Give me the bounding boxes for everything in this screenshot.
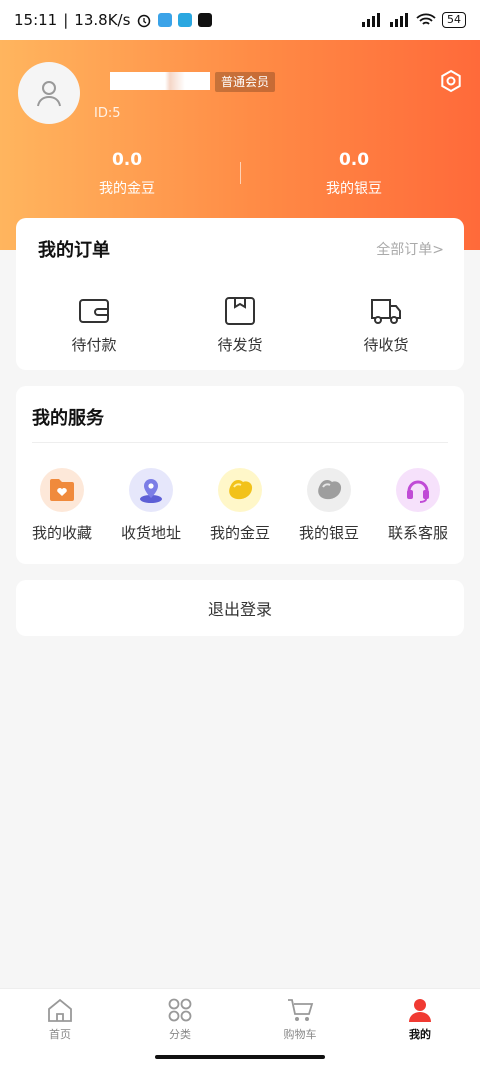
service-label: 收货地址 — [120, 524, 181, 542]
service-silver-bean[interactable]: 我的银豆 — [284, 468, 374, 543]
service-label: 我的银豆 — [298, 524, 359, 542]
alarm-icon — [138, 14, 151, 28]
orders-card: 我的订单 全部订单> 待付款 待发货 待收货 — [16, 218, 464, 370]
tab-profile[interactable]: 我的 — [380, 997, 460, 1042]
tab-home[interactable]: 首页 — [20, 997, 100, 1042]
tab-category[interactable]: 分类 — [140, 997, 220, 1042]
service-favorites[interactable]: 我的收藏 — [17, 468, 107, 543]
service-address[interactable]: 收货地址 — [106, 468, 196, 543]
gold-bean-label: 我的金豆 — [99, 181, 155, 197]
location-pin-icon — [140, 479, 162, 503]
favorite-folder-icon — [50, 479, 74, 501]
services-title: 我的服务 — [32, 408, 104, 429]
service-gold-bean[interactable]: 我的金豆 — [195, 468, 285, 543]
order-pending-shipment[interactable]: 待发货 — [180, 296, 300, 355]
logout-button[interactable]: 退出登录 — [16, 580, 464, 636]
avatar[interactable] — [18, 62, 80, 124]
home-indicator — [155, 1055, 325, 1059]
member-level-badge: 普通会员 — [215, 72, 276, 92]
tab-cart[interactable]: 购物车 — [260, 997, 340, 1042]
category-icon — [168, 998, 192, 1022]
gold-bean-icon — [229, 480, 253, 500]
username-redacted — [110, 72, 210, 90]
cart-icon — [288, 999, 314, 1021]
wifi-icon — [416, 13, 436, 25]
home-icon — [48, 998, 72, 1022]
upload-notification-icon — [178, 13, 193, 27]
tiktok-notification-icon — [198, 13, 213, 27]
status-time: 15:11 — [14, 11, 58, 29]
service-label: 我的金豆 — [209, 524, 270, 542]
service-label: 我的收藏 — [31, 524, 92, 542]
profile-icon — [409, 999, 431, 1022]
service-customer-support[interactable]: 联系客服 — [373, 468, 463, 543]
logout-card: 退出登录 — [16, 580, 464, 636]
truck-icon — [371, 299, 401, 324]
silver-bean-icon — [318, 480, 342, 500]
silver-bean-stat[interactable]: 0.0 我的银豆 — [294, 150, 414, 198]
gold-bean-value: 0.0 — [111, 150, 143, 170]
user-id: ID:5 — [94, 106, 121, 121]
services-divider — [32, 442, 448, 443]
order-pending-receipt[interactable]: 待收货 — [326, 296, 446, 355]
stat-divider — [240, 162, 241, 184]
status-bar: 15:11 | 13.8K/s 54 — [0, 0, 480, 40]
silver-bean-label: 我的银豆 — [326, 181, 382, 197]
silver-bean-value: 0.0 — [338, 150, 370, 170]
headset-icon — [407, 480, 429, 503]
tab-label: 购物车 — [283, 1028, 317, 1041]
signal-icon — [362, 13, 380, 27]
user-icon — [37, 81, 61, 107]
app-notification-icon — [158, 13, 173, 27]
gold-bean-stat[interactable]: 0.0 我的金豆 — [67, 150, 187, 198]
wallet-icon — [79, 299, 109, 323]
status-net-speed: 13.8K/s — [74, 11, 131, 29]
tab-label: 我的 — [409, 1028, 431, 1041]
service-label: 联系客服 — [387, 524, 448, 542]
order-item-label: 待发货 — [217, 336, 263, 354]
settings-icon — [441, 69, 461, 93]
battery-indicator: 54 — [442, 12, 466, 28]
order-item-label: 待付款 — [71, 336, 117, 354]
settings-button[interactable] — [438, 68, 464, 94]
tab-label: 分类 — [169, 1028, 191, 1041]
box-icon — [225, 297, 255, 325]
services-card: 我的服务 我的收藏 收货地址 我的金豆 我的银豆 联系客服 — [16, 386, 464, 564]
tab-label: 首页 — [49, 1028, 71, 1041]
all-orders-link[interactable]: 全部订单> — [376, 239, 444, 259]
order-pending-payment[interactable]: 待付款 — [34, 296, 154, 355]
orders-title: 我的订单 — [38, 240, 110, 261]
signal-icon-2 — [390, 13, 408, 27]
order-item-label: 待收货 — [363, 336, 409, 354]
